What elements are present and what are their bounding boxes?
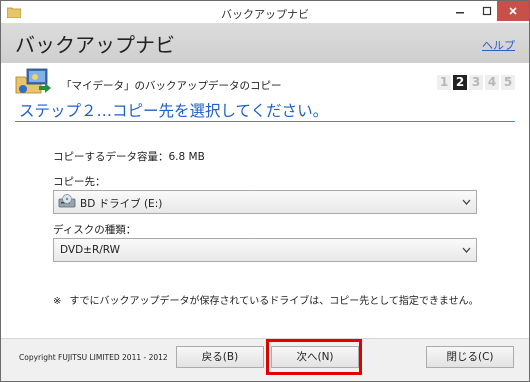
- step-indicator: 1 2 3 4 5: [437, 75, 515, 90]
- maximize-icon: [482, 6, 492, 16]
- step-number-1: 1: [437, 75, 451, 90]
- footer: Copyright FUJITSU LIMITED 2011 - 2012 戻る…: [1, 338, 529, 381]
- app-header: バックアップナビ ヘルプ: [1, 23, 529, 63]
- step-number-5: 5: [501, 75, 515, 90]
- copyright: Copyright FUJITSU LIMITED 2011 - 2012: [19, 353, 168, 362]
- close-icon: [509, 7, 517, 15]
- disc-type-value: DVD±R/RW: [60, 244, 121, 256]
- disc-type-label: ディスクの種類：: [53, 224, 137, 236]
- backup-data-icon: [15, 68, 51, 94]
- close-window-button[interactable]: [497, 1, 529, 21]
- destination-value: BD ドライブ (E:): [80, 198, 163, 210]
- step-number-3: 3: [469, 75, 483, 90]
- help-link[interactable]: ヘルプ: [482, 37, 515, 53]
- step-header: 「マイデータ」のバックアップデータのコピー 1 2 3 4 5: [15, 65, 515, 97]
- app-title: バックアップナビ: [15, 33, 175, 57]
- title-bar: バックアップナビ: [1, 1, 529, 23]
- chevron-down-icon: [462, 199, 471, 205]
- step-number-4: 4: [485, 75, 499, 90]
- divider: [15, 121, 515, 122]
- note-mark: ※: [53, 296, 62, 307]
- note-text: ※ すでにバックアップデータが保存されているドライブは、コピー先として指定できませ…: [53, 292, 479, 307]
- disc-drive-icon: [58, 194, 76, 208]
- note-body: すでにバックアップデータが保存されているドライブは、コピー先として指定できません…: [69, 296, 479, 307]
- backup-navi-window: バックアップナビ バックアップナビ ヘルプ 「マイデータ」のバックアップデータの…: [0, 0, 530, 382]
- minimize-button[interactable]: [447, 1, 473, 21]
- step-subtitle: 「マイデータ」のバックアップデータのコピー: [61, 80, 282, 92]
- minimize-icon: [456, 12, 464, 14]
- step-number-2-current: 2: [453, 75, 467, 90]
- close-button[interactable]: 閉じる(C): [426, 346, 514, 368]
- chevron-down-icon: [462, 247, 471, 253]
- next-button[interactable]: 次へ(N): [271, 346, 359, 368]
- step-title: ステップ２…コピー先を選択してください。: [19, 102, 329, 120]
- disc-type-dropdown[interactable]: DVD±R/RW: [53, 238, 477, 262]
- back-button[interactable]: 戻る(B): [176, 346, 264, 368]
- destination-dropdown[interactable]: BD ドライブ (E:): [53, 190, 477, 214]
- destination-label: コピー先：: [53, 176, 106, 188]
- copy-data-capacity: コピーするデータ容量：6.8 MB: [53, 151, 205, 163]
